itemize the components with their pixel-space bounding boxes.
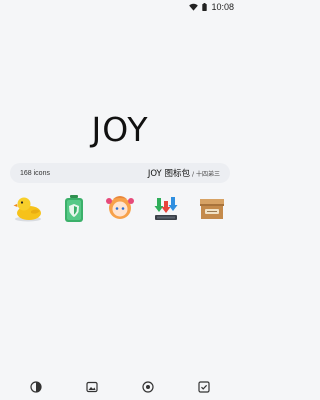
icon-preview-row [0,193,240,227]
wifi-icon [189,3,199,11]
author-name: 十四弟三 [195,171,220,178]
icon-pack-info-bar[interactable]: 168 icons JOY 图标包 / 十四弟三 [10,163,230,183]
checklist-icon[interactable] [197,380,211,394]
anime-character-icon[interactable] [104,193,136,225]
credit-separator: / [191,171,194,178]
page-title: JOY [91,110,149,149]
pack-name: JOY 图标包 [147,169,190,179]
green-battery-shield-icon[interactable] [58,193,90,225]
icon-count: 168 icons [20,169,50,177]
status-bar: 10:08 [0,0,240,14]
rubber-duck-icon[interactable] [12,193,44,225]
cardboard-box-icon[interactable] [196,193,228,225]
theme-icon[interactable] [29,380,43,394]
status-time: 10:08 [211,2,234,12]
bottom-nav [0,380,240,394]
icon-pack-icon[interactable] [141,380,155,394]
download-arrows-icon[interactable] [150,193,182,225]
pack-credit: JOY 图标包 / 十四弟三 [148,167,220,179]
wallpaper-icon[interactable] [85,380,99,394]
battery-icon [202,3,208,11]
